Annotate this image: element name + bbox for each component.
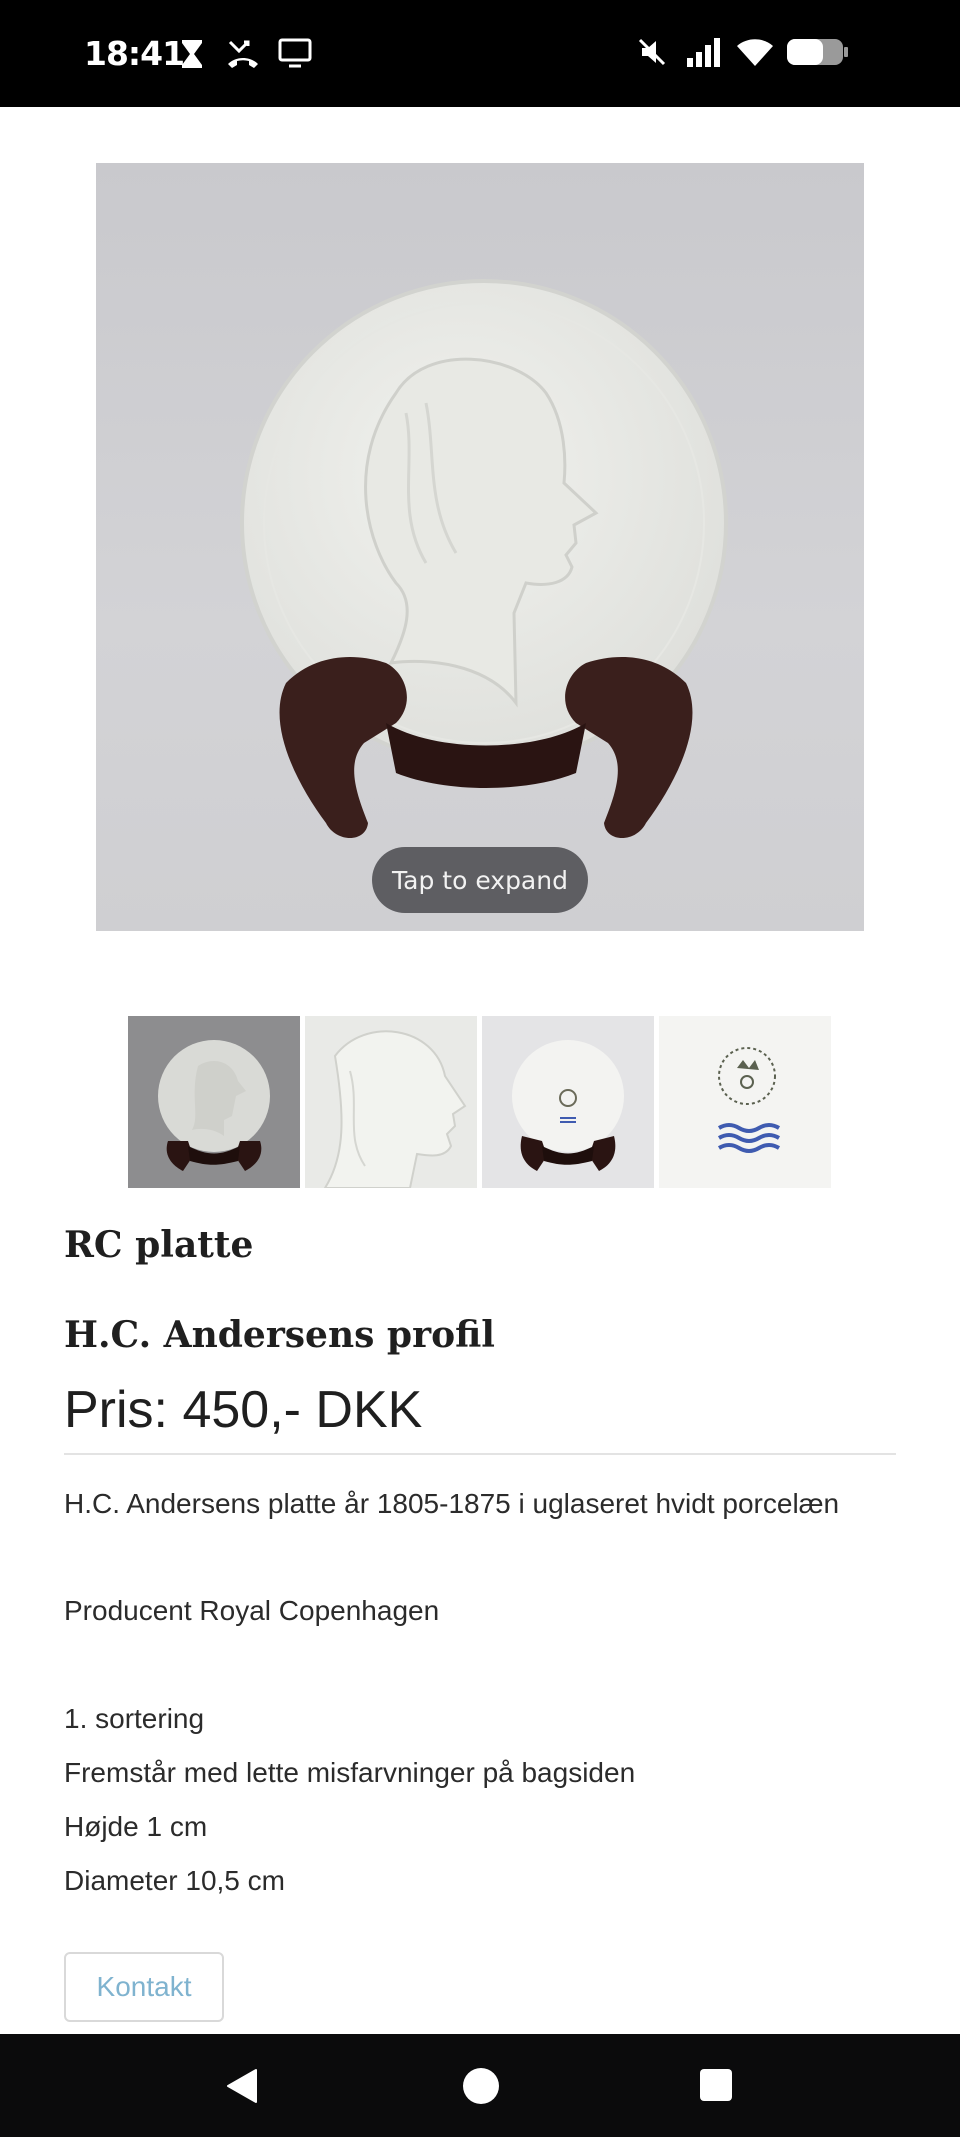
thumbnail-3[interactable] [482, 1016, 654, 1188]
product-category: RC platte [64, 1224, 254, 1266]
recents-icon[interactable] [698, 2067, 734, 2108]
description-line: Fremstår med lette misfarvninger på bags… [64, 1757, 636, 1788]
tap-to-expand-button[interactable]: Tap to expand [372, 847, 588, 913]
thumbnail-2[interactable] [305, 1016, 477, 1188]
status-time: 18:41 [84, 34, 185, 73]
hourglass-icon [180, 38, 204, 75]
mute-icon [636, 36, 668, 73]
battery-icon [786, 36, 850, 73]
plate-illustration [240, 279, 728, 838]
divider [64, 1453, 896, 1455]
screen-cast-icon [278, 38, 312, 73]
wifi-icon [736, 36, 774, 73]
description-line: Højde 1 cm [64, 1811, 208, 1842]
thumbnail-4[interactable] [659, 1016, 831, 1188]
description-line: Producent Royal Copenhagen [64, 1595, 440, 1626]
description-line: Diameter 10,5 cm [64, 1865, 285, 1896]
description-line: H.C. Andersens platte år 1805-1875 i ugl… [64, 1488, 840, 1519]
home-icon[interactable] [461, 2066, 501, 2111]
product-price: Pris: 450,- DKK [64, 1381, 423, 1439]
status-bar: 18:41 [0, 0, 960, 107]
back-icon[interactable] [222, 2066, 262, 2111]
thumbnail-1[interactable] [128, 1016, 300, 1188]
product-main-image[interactable] [96, 163, 864, 931]
product-title: H.C. Andersens profil [64, 1314, 495, 1356]
contact-button[interactable]: Kontakt [64, 1952, 224, 2022]
navigation-bar [0, 2034, 960, 2137]
missed-call-icon [226, 38, 260, 75]
status-icons-right [636, 36, 876, 72]
signal-icon [686, 36, 722, 73]
description-line: 1. sortering [64, 1703, 205, 1734]
